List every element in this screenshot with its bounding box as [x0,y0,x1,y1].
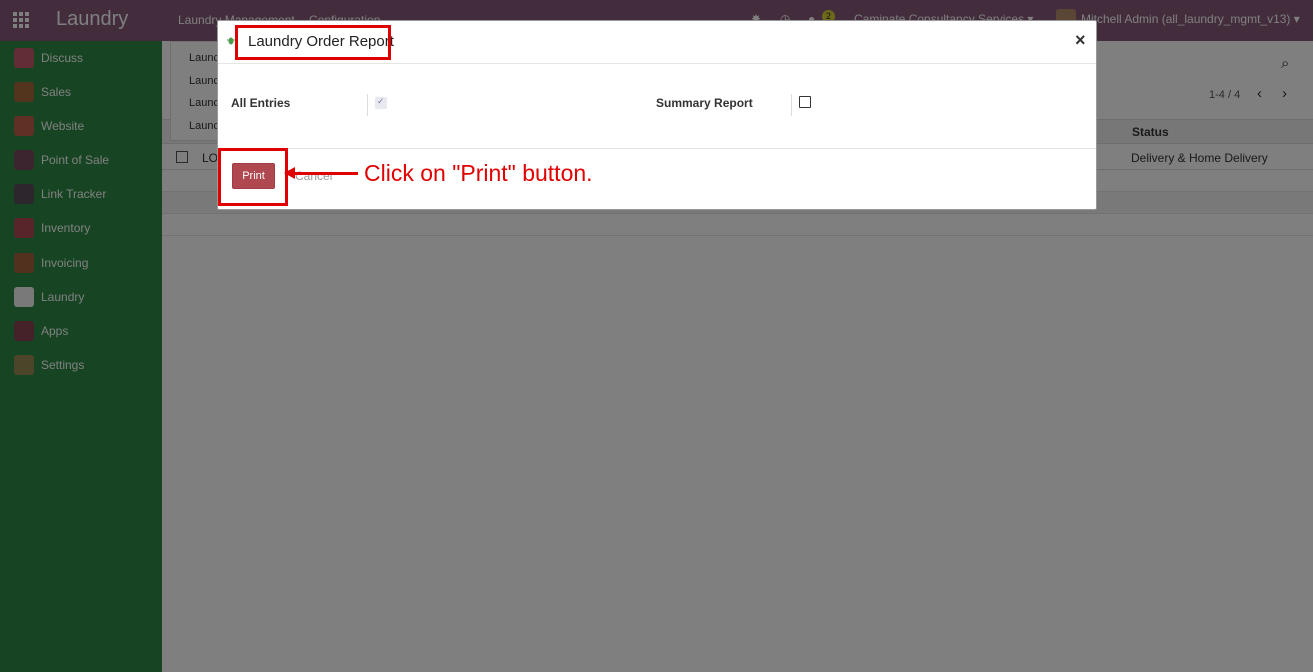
annotation-text: Click on "Print" button. [364,160,593,186]
bug-icon [227,37,235,45]
title-highlight-box [235,25,391,60]
dialog-footer [218,148,1096,209]
all-entries-checkbox[interactable] [375,96,387,109]
print-highlight-box [218,148,288,206]
field-divider [367,94,368,116]
annotation-arrow-line [293,172,358,175]
field-divider [791,94,792,116]
summary-report-label: Summary Report [656,96,753,110]
all-entries-label: All Entries [231,96,291,110]
close-icon[interactable]: × [1075,30,1086,51]
summary-report-checkbox[interactable] [799,96,811,108]
annotation-arrow-head-icon [284,167,295,179]
